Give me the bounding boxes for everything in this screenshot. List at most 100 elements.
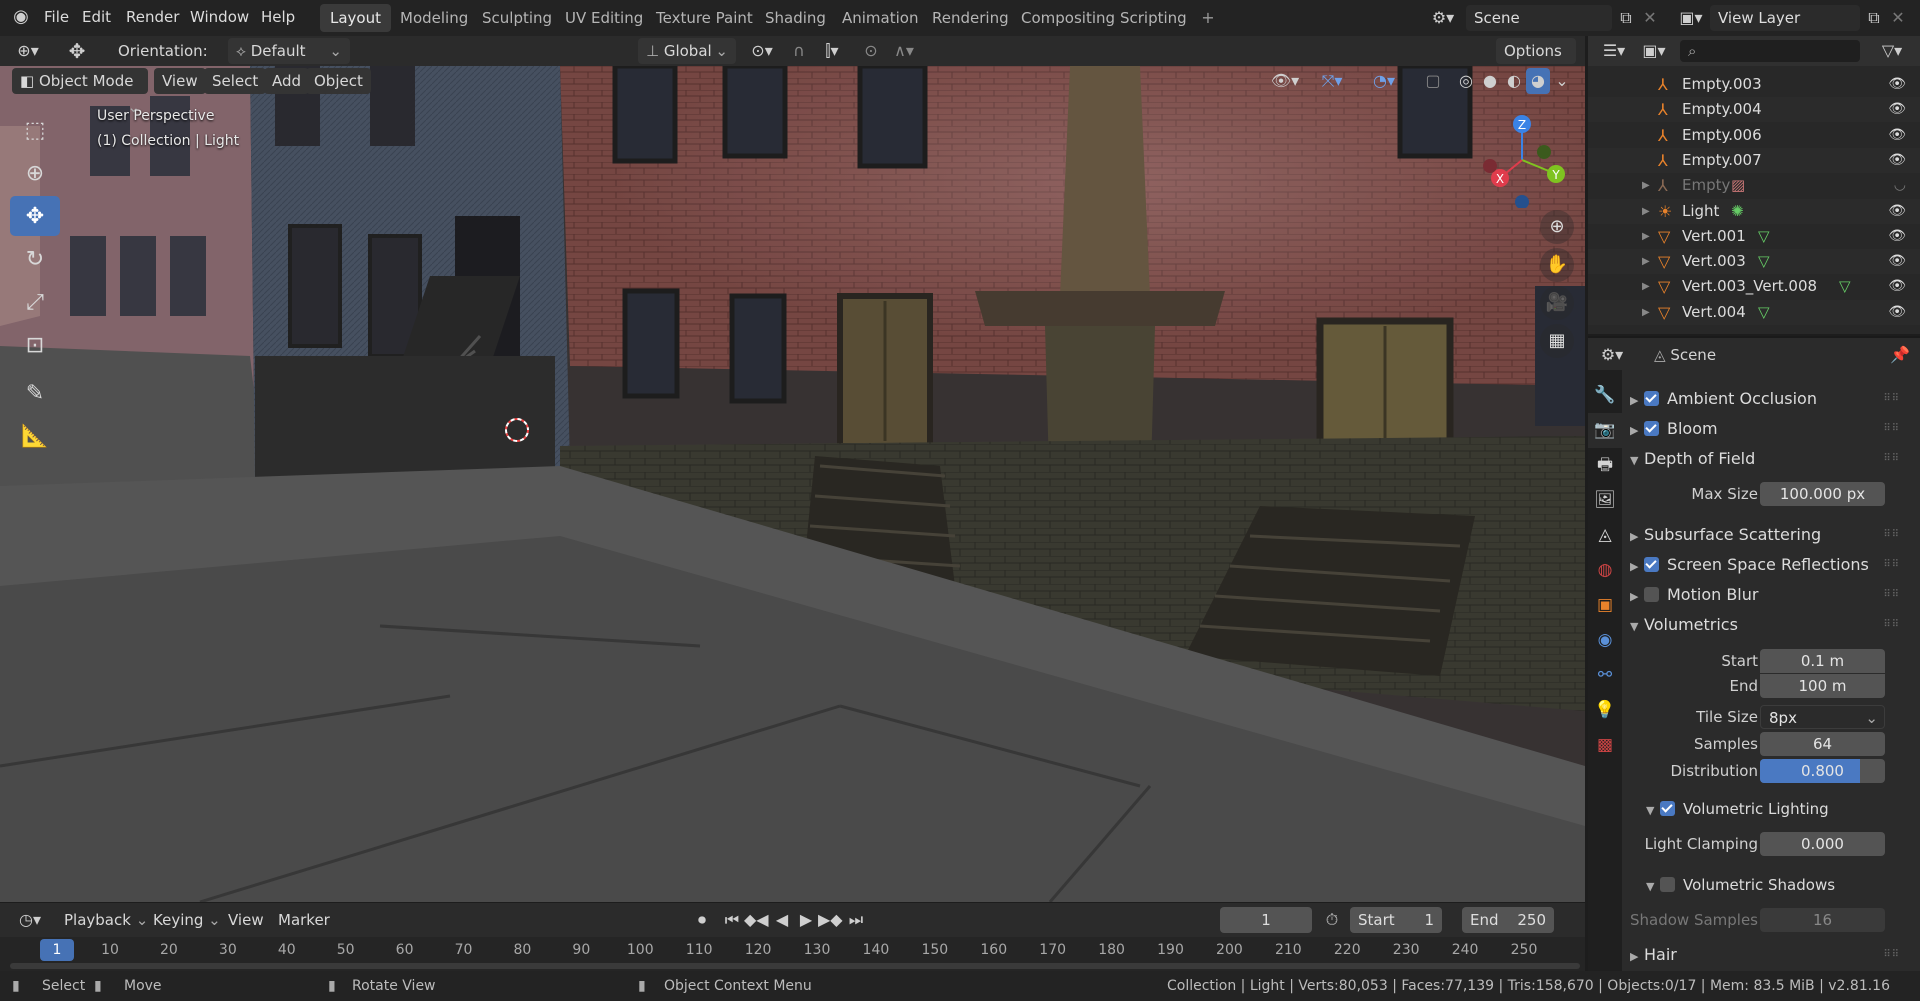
vol-start-field[interactable]: 0.1 m [1760,649,1885,673]
shadow-samples-field[interactable]: 16 [1760,908,1885,932]
stopwatch-icon[interactable]: ⏱ [1320,907,1344,933]
visibility-eye-icon[interactable]: 👁 [1888,249,1906,274]
wireframe-shading-icon[interactable]: ◎ [1454,68,1478,94]
timeline-editor-icon[interactable]: ◷▾ [10,907,50,933]
orientation-dropdown[interactable]: ⟡ Default ⌄ [228,38,350,64]
gizmo-toggle-icon[interactable]: ⤧▾ [1312,68,1352,94]
scene-tab-icon[interactable]: ◬ [1588,518,1622,553]
outliner-search-input[interactable]: ⌕ [1680,40,1860,62]
jump-end-icon[interactable]: ⏭ [844,907,868,933]
select-box-icon[interactable]: ⬚ [10,110,60,150]
volumetric-shadows-checkbox[interactable] [1660,877,1675,892]
object-tab-icon[interactable]: ▣ [1588,588,1622,623]
scale-icon[interactable]: ⤢ [10,282,60,322]
section-volumetric-lighting[interactable]: ▼ Volumetric Lighting [1646,794,1920,824]
visibility-eye-icon[interactable]: 👁 [1888,123,1906,148]
vol-end-field[interactable]: 100 m [1760,674,1885,698]
rendered-shading-icon[interactable]: ◕ [1526,68,1550,94]
solid-shading-icon[interactable]: ● [1478,68,1502,94]
ao-checkbox[interactable] [1644,391,1659,406]
jump-start-icon[interactable]: ⏮ [720,907,744,933]
camera-view-icon[interactable]: 🎥 [1540,286,1574,320]
image-data-icon[interactable]: ▨ [1731,173,1745,198]
outliner-item[interactable]: ▶ ▽ Vert.003 ▽ 👁 [1588,249,1920,275]
menu-select[interactable]: Select [204,68,267,94]
visibility-eye-icon[interactable]: 👁 [1888,199,1906,224]
blender-logo-icon[interactable]: ◉ [8,4,34,30]
section-ambient-occlusion[interactable]: ▶ Ambient Occlusion ⠿⠿ [1630,384,1910,414]
tool-tab-icon[interactable]: 🔧 [1588,378,1622,413]
transform-space-dropdown[interactable]: ⊥ Global ⌄ [638,38,736,64]
zoom-icon[interactable]: ⊕ [1540,210,1574,244]
scene-name-field[interactable]: Scene [1466,5,1612,31]
outliner-item[interactable]: ▶ ⅄ Empty ▨ ◡ [1588,173,1920,198]
view-layer-field[interactable]: View Layer [1710,5,1860,31]
visibility-icon[interactable]: 👁▾ [1268,68,1302,94]
pan-hand-icon[interactable]: ✋ [1540,248,1574,282]
scene-icon[interactable]: ⚙▾ [1428,5,1458,31]
menu-add[interactable]: Add [264,68,310,94]
tab-modeling[interactable]: Modeling [390,4,478,32]
section-hair[interactable]: ▶ Hair ⠿⠿ [1630,940,1910,970]
drag-grip-icon[interactable]: ⠿⠿ [1883,414,1900,444]
move-icon[interactable]: ✥ [10,196,60,236]
end-frame-field[interactable]: End 250 [1462,907,1554,933]
menu-render[interactable]: Render [126,0,179,36]
proportional-edit-icon[interactable]: ⊙ [858,38,884,64]
tab-compositing[interactable]: Compositing [1011,4,1125,32]
drag-grip-icon[interactable]: ⠿⠿ [1883,520,1900,550]
pin-icon[interactable]: 📌 [1888,342,1912,368]
outliner-editor-icon[interactable]: ☰▾ [1596,38,1632,64]
menu-keying[interactable]: Keying ⌄ [145,907,229,933]
next-keyframe-icon[interactable]: ▶◆ [818,907,843,933]
section-depth-of-field[interactable]: ▼ Depth of Field ⠿⠿ [1630,444,1910,474]
expand-arrow-icon[interactable]: ▶ [1642,224,1650,249]
tab-rendering[interactable]: Rendering [922,4,1019,32]
bloom-checkbox[interactable] [1644,421,1659,436]
outliner-item[interactable]: ▶ ▽ Vert.004 ▽ 👁 [1588,299,1920,325]
section-volumetric-shadows[interactable]: ▼ Volumetric Shadows [1646,870,1920,900]
drag-grip-icon[interactable]: ⠿⠿ [1883,384,1900,414]
outliner-item[interactable]: ▶ ▽ Vert.001 ▽ 👁 [1588,224,1920,249]
distribution-slider[interactable]: 0.800 [1760,759,1885,783]
start-frame-field[interactable]: Start 1 [1350,907,1442,933]
visibility-eye-icon[interactable]: 👁 [1888,97,1906,122]
menu-file[interactable]: File [44,0,69,36]
section-bloom[interactable]: ▶ Bloom ⠿⠿ [1630,414,1910,444]
pivot-point-icon[interactable]: ⊙▾ [744,38,780,64]
snap-target-icon[interactable]: ⫿▾ [814,38,850,64]
properties-editor-icon[interactable]: ⚙▾ [1594,342,1630,368]
outliner-item[interactable]: ⅄ Empty.006 👁 [1588,123,1920,148]
outliner-item[interactable]: ⅄ Empty.004 👁 [1588,97,1920,123]
expand-arrow-icon[interactable]: ▶ [1642,274,1650,299]
measure-icon[interactable]: 📐 [10,416,60,456]
motion-blur-checkbox[interactable] [1644,587,1659,602]
mode-dropdown[interactable]: ◧ Object Mode ⌄ [12,68,148,116]
options-dropdown[interactable]: Options⌄ [1496,38,1576,86]
delete-scene-icon[interactable]: ✕ [1640,5,1660,31]
material-shading-icon[interactable]: ◐ [1502,68,1526,94]
menu-window[interactable]: Window [190,0,249,36]
transform-tool-icon[interactable]: ✥ [62,38,92,64]
outliner-item[interactable]: ▶ ▽ Vert.003_Vert.008 ▽ 👁 [1588,274,1920,299]
visibility-eye-icon[interactable]: 👁 [1888,72,1906,97]
new-scene-icon[interactable]: ⧉ [1614,5,1638,31]
volumetric-lighting-checkbox[interactable] [1660,801,1675,816]
tab-layout[interactable]: Layout [320,4,391,32]
mesh-data-icon[interactable]: ▽ [1839,274,1851,299]
current-frame-field[interactable]: 1 [1220,907,1312,933]
xray-icon[interactable]: ▢ [1420,68,1446,94]
display-mode-icon[interactable]: ▣▾ [1636,38,1672,64]
visibility-eye-icon[interactable]: 👁 [1888,148,1906,173]
transform-icon[interactable]: ⊡ [10,325,60,365]
menu-help[interactable]: Help [261,0,295,36]
output-tab-icon[interactable]: 🖶 [1588,448,1622,483]
expand-arrow-icon[interactable]: ▶ [1642,173,1650,198]
tab-animation[interactable]: Animation [832,4,928,32]
mesh-data-icon[interactable]: ▽ [1758,249,1770,274]
expand-arrow-icon[interactable]: ▶ [1642,199,1650,224]
drag-grip-icon[interactable]: ⠿⠿ [1883,550,1900,580]
new-view-layer-icon[interactable]: ⧉ [1862,5,1886,31]
ortho-grid-icon[interactable]: ▦ [1540,324,1574,358]
snap-icon[interactable]: ∩ [786,38,812,64]
